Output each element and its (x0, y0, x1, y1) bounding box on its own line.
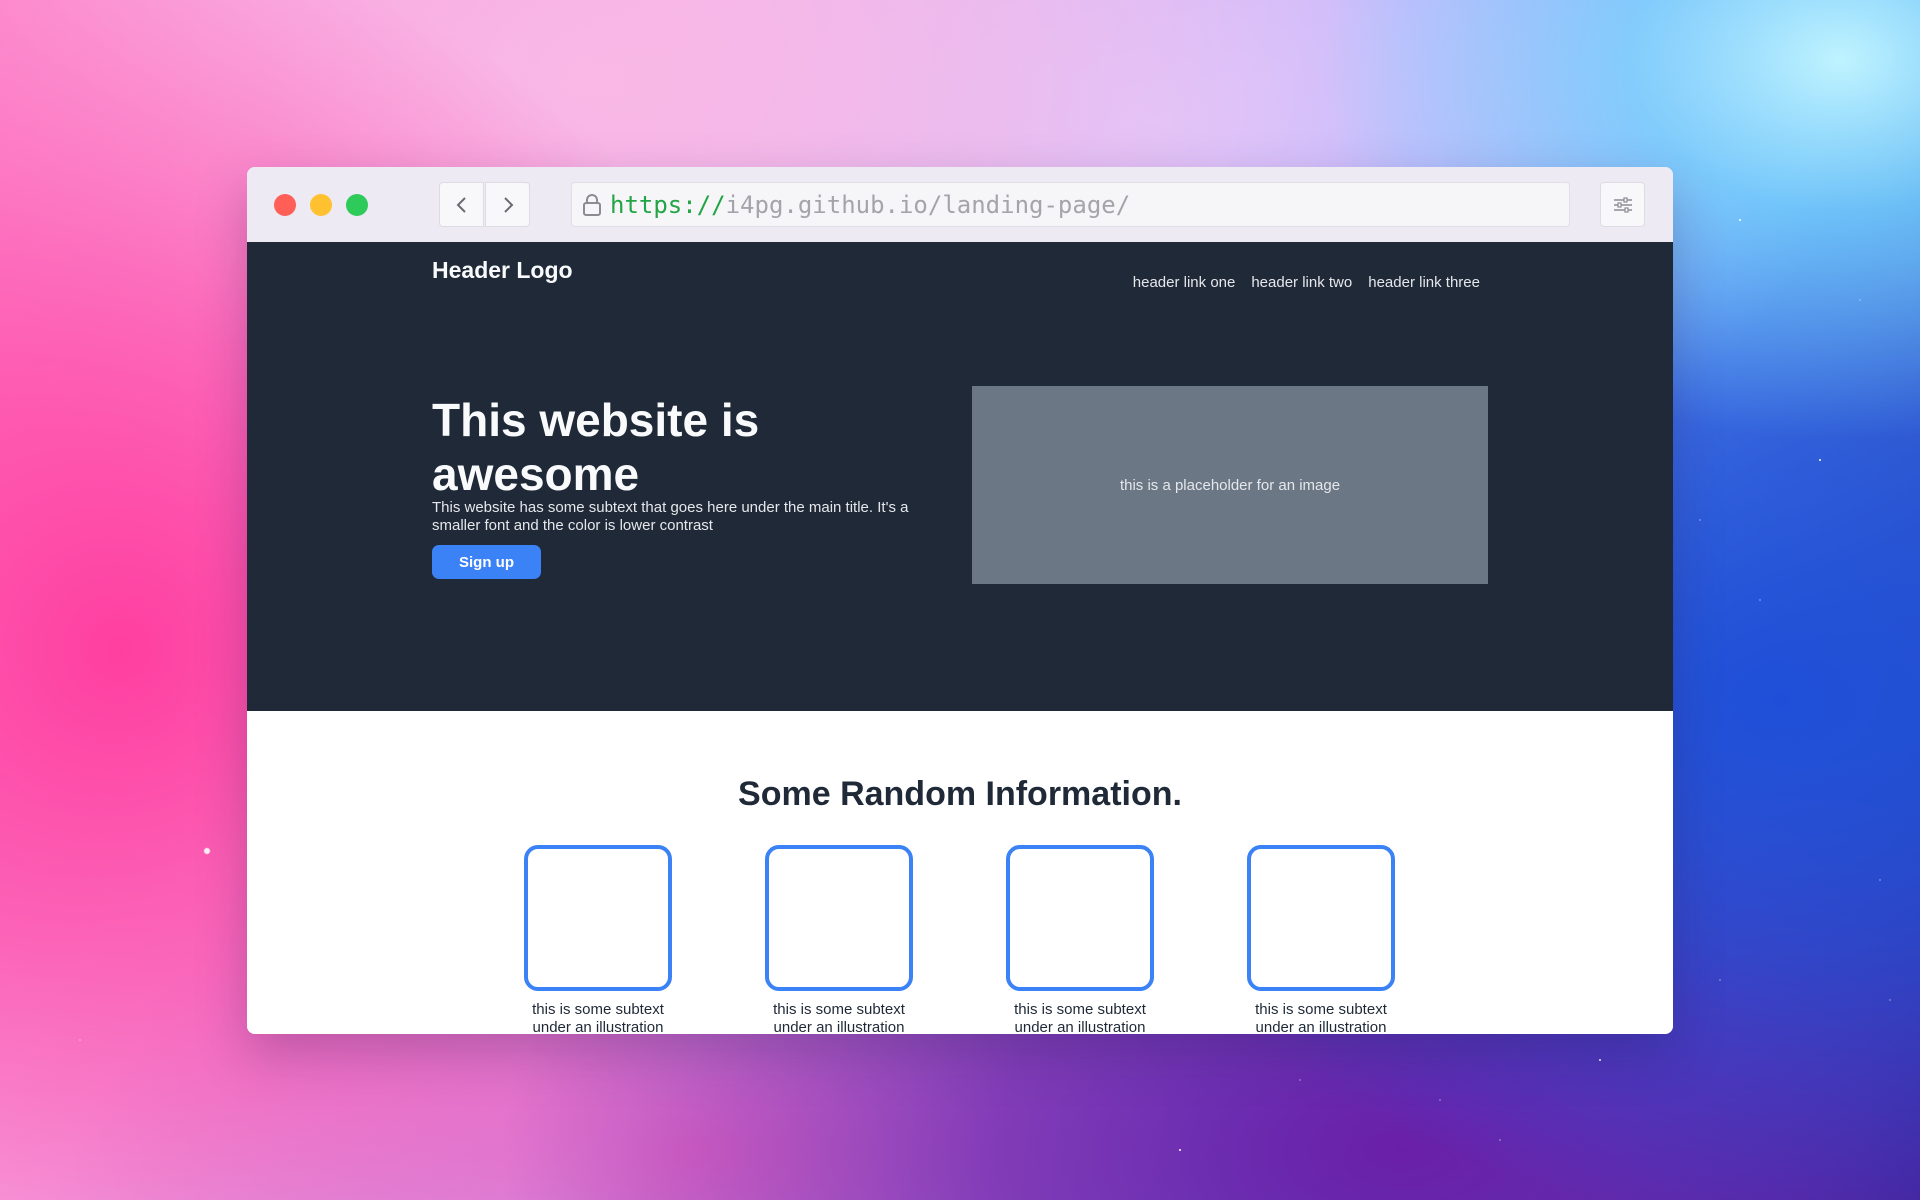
info-title: Some Random Information. (738, 775, 1182, 813)
header-logo[interactable]: Header Logo (432, 257, 573, 284)
address-bar[interactable]: https://i4pg.github.io/landing-page/ (571, 182, 1570, 227)
info-section: Some Random Information. this is some su… (247, 711, 1673, 1034)
illustration-subtext: this is some subtext under an illustrati… (1255, 1001, 1387, 1034)
header-nav: header link one header link two header l… (1133, 274, 1480, 291)
close-window-button[interactable] (274, 194, 296, 216)
image-placeholder-text: this is a placeholder for an image (1119, 476, 1341, 494)
url-scheme: https:// (610, 190, 726, 219)
hero-section: Header Logo header link one header link … (247, 242, 1673, 711)
illustration-box (1247, 845, 1395, 991)
sign-up-button[interactable]: Sign up (432, 545, 541, 579)
lock-icon (580, 191, 604, 219)
sliders-icon (1613, 196, 1632, 213)
back-button[interactable] (439, 182, 484, 227)
illustration-subtext: this is some subtext under an illustrati… (532, 1001, 664, 1034)
chevron-left-icon (456, 196, 466, 213)
illustration-box (765, 845, 913, 991)
maximize-window-button[interactable] (346, 194, 368, 216)
url-path: i4pg.github.io/landing-page/ (725, 190, 1131, 219)
illustration-cards: this is some subtext under an illustrati… (524, 845, 1400, 1034)
illustration-box (1006, 845, 1154, 991)
url-text: https://i4pg.github.io/landing-page/ (610, 191, 1130, 219)
header-link-two[interactable]: header link two (1251, 274, 1352, 291)
illustration-subtext: this is some subtext under an illustrati… (1014, 1001, 1146, 1034)
illustration-box (524, 845, 672, 991)
illustration-card: this is some subtext under an illustrati… (524, 845, 672, 1034)
header-link-three[interactable]: header link three (1368, 274, 1480, 291)
forward-button[interactable] (485, 182, 530, 227)
illustration-subtext: this is some subtext under an illustrati… (773, 1001, 905, 1034)
hero-subtext: This website has some subtext that goes … (432, 499, 909, 534)
hero-title: This website is awesome (432, 394, 760, 500)
settings-button[interactable] (1600, 182, 1645, 227)
hero-image-placeholder: this is a placeholder for an image (972, 386, 1488, 584)
header-link-one[interactable]: header link one (1133, 274, 1236, 291)
browser-window: https://i4pg.github.io/landing-page/ Hea… (247, 167, 1673, 1034)
chevron-right-icon (503, 196, 513, 213)
illustration-card: this is some subtext under an illustrati… (765, 845, 913, 1034)
illustration-card: this is some subtext under an illustrati… (1006, 845, 1154, 1034)
minimize-window-button[interactable] (310, 194, 332, 216)
browser-toolbar: https://i4pg.github.io/landing-page/ (247, 167, 1673, 242)
illustration-card: this is some subtext under an illustrati… (1247, 845, 1395, 1034)
